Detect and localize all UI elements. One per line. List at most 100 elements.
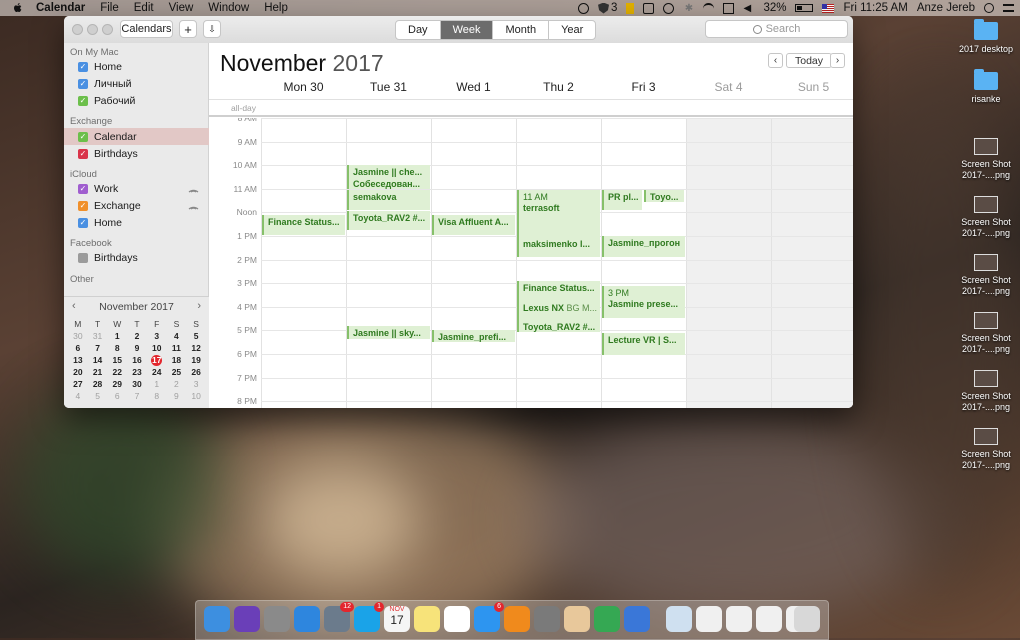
calendar-event[interactable]: Jasmine || sky...	[347, 325, 430, 339]
trash-icon[interactable]	[794, 606, 820, 632]
day-header[interactable]: Thu 2	[516, 80, 601, 94]
notes-icon[interactable]	[414, 606, 440, 632]
mini-calendar-next-icon[interactable]: ›	[197, 300, 201, 312]
next-week-button[interactable]: ›	[830, 53, 845, 68]
calendars-button[interactable]: Calendars	[120, 20, 173, 38]
mini-calendar-day[interactable]: 1	[147, 379, 167, 390]
menu-help[interactable]: Help	[264, 2, 288, 14]
mini-calendar-day[interactable]: 16	[127, 355, 147, 366]
day-header[interactable]: Mon 30	[261, 80, 346, 94]
tab-month[interactable]: Month	[493, 21, 550, 39]
mini-calendar-day[interactable]: 30	[127, 379, 147, 390]
calendar-event[interactable]: Lexus NX BG M...	[517, 300, 600, 320]
mini-calendar-day[interactable]: 11	[167, 343, 187, 354]
spotlight-search-icon[interactable]	[984, 3, 994, 13]
add-event-button[interactable]: +	[179, 20, 197, 38]
mini-calendar-day[interactable]: 28	[88, 379, 108, 390]
mini-calendar-day[interactable]: 22	[107, 367, 127, 378]
sidebar-item-home-icloud[interactable]: ✓ Home	[64, 214, 209, 231]
checkbox-icon[interactable]: ✓	[78, 95, 88, 106]
checkbox-icon[interactable]: ✓	[78, 217, 88, 228]
day-header[interactable]: Sun 5	[771, 80, 853, 94]
lock-icon[interactable]	[643, 2, 655, 14]
mini-calendar-day[interactable]: 18	[167, 355, 187, 366]
mini-calendar-day[interactable]: 4	[68, 391, 88, 402]
numbers-icon[interactable]	[594, 606, 620, 632]
download-button[interactable]: ⇩	[203, 20, 221, 38]
calendar-event[interactable]: Собеседован...	[347, 177, 430, 189]
downloads-stack-icon[interactable]	[666, 606, 692, 632]
previous-week-button[interactable]: ‹	[768, 53, 783, 68]
day-column[interactable]	[346, 118, 431, 408]
sidebar-item-rabochii[interactable]: ✓ Рабочий	[64, 92, 209, 109]
system-preferences-icon[interactable]	[534, 606, 560, 632]
menu-edit[interactable]: Edit	[134, 2, 154, 14]
sidebar-item-birthdays-facebook[interactable]: Birthdays	[64, 249, 209, 266]
time-grid[interactable]: 8 AM 9 AM 10 AM 11 AM Noon 1 PM 2 PM 3 PM 4 PM 5 …	[209, 118, 853, 408]
zoom-button[interactable]	[102, 24, 113, 35]
day-column[interactable]	[771, 118, 853, 408]
tab-day[interactable]: Day	[396, 21, 441, 39]
mini-calendar-day[interactable]: 29	[107, 379, 127, 390]
day-column[interactable]	[431, 118, 516, 408]
safari-icon[interactable]	[294, 606, 320, 632]
mini-calendar-day[interactable]: 19	[186, 355, 206, 366]
today-button[interactable]: Today	[786, 53, 832, 68]
mini-calendar-day[interactable]: 30	[68, 331, 88, 342]
us-flag-input-icon[interactable]	[822, 3, 835, 13]
desktop-file[interactable]: Screen Shot 2017-....png	[952, 138, 1020, 181]
document-stack-icon-3[interactable]	[756, 606, 782, 632]
airplay-icon[interactable]	[723, 2, 735, 14]
day-header[interactable]: Fri 3	[601, 80, 686, 94]
sidebar-item-birthdays-exchange[interactable]: ✓ Birthdays	[64, 145, 209, 162]
mini-calendar-day[interactable]: 5	[186, 331, 206, 342]
keynote-icon[interactable]	[624, 606, 650, 632]
mini-calendar-day[interactable]: 6	[68, 343, 88, 354]
day-column[interactable]	[601, 118, 686, 408]
status-check-icon[interactable]	[578, 2, 590, 14]
mini-calendar-day[interactable]: 10	[186, 391, 206, 402]
calendar-event[interactable]: Jasmine || che...	[347, 165, 430, 178]
mini-calendar-day[interactable]: 13	[68, 355, 88, 366]
checkbox-icon[interactable]: ✓	[78, 200, 88, 211]
checkbox-icon[interactable]	[78, 252, 88, 263]
tab-year[interactable]: Year	[549, 21, 595, 39]
desktop-file[interactable]: Screen Shot 2017-....png	[952, 196, 1020, 239]
calendar-event[interactable]: Visa Affluent A...	[432, 214, 515, 235]
reminders-icon[interactable]	[444, 606, 470, 632]
day-column[interactable]	[261, 118, 346, 408]
mini-calendar-day[interactable]: 4	[167, 331, 187, 342]
mini-calendar-day[interactable]: 31	[88, 331, 108, 342]
day-header[interactable]: Tue 31	[346, 80, 431, 94]
apple-menu-icon[interactable]	[12, 2, 24, 14]
mini-calendar-day[interactable]: 23	[127, 367, 147, 378]
calendar-event[interactable]: Lecture VR | S...	[602, 332, 685, 356]
calendar-event[interactable]: Jasmine_прогон	[602, 236, 685, 258]
calendar-event[interactable]: PR pl...	[602, 189, 642, 211]
launchpad-icon[interactable]	[264, 606, 290, 632]
menu-file[interactable]: File	[100, 2, 119, 14]
minimize-button[interactable]	[87, 24, 98, 35]
sidebar-item-calendar[interactable]: ✓ Calendar	[64, 128, 209, 145]
day-column[interactable]	[686, 118, 771, 408]
mini-calendar-day[interactable]: 21	[88, 367, 108, 378]
day-header[interactable]: Wed 1	[431, 80, 516, 94]
finder-icon[interactable]	[204, 606, 230, 632]
mini-calendar-day[interactable]: 1	[107, 331, 127, 342]
mini-calendar-day[interactable]: 2	[127, 331, 147, 342]
mini-calendar-day[interactable]: 10	[147, 343, 167, 354]
desktop-file[interactable]: Screen Shot 2017-....png	[952, 312, 1020, 355]
calendar-icon[interactable]: NOV 17	[384, 606, 410, 632]
checkbox-icon[interactable]: ✓	[78, 61, 88, 72]
notification-center-icon[interactable]	[1003, 4, 1014, 12]
checkbox-icon[interactable]: ✓	[78, 131, 88, 142]
mini-calendar-day[interactable]: 3	[186, 379, 206, 390]
desktop-file[interactable]: Screen Shot 2017-....png	[952, 428, 1020, 471]
sidebar-item-work[interactable]: ✓ Work	[64, 180, 209, 197]
desktop-file[interactable]: Screen Shot 2017-....png	[952, 254, 1020, 297]
mini-calendar-day[interactable]: 7	[88, 343, 108, 354]
menu-app-name[interactable]: Calendar	[36, 2, 85, 14]
mini-calendar-day[interactable]: 9	[167, 391, 187, 402]
calendar-event[interactable]: semakova	[347, 189, 430, 211]
mini-calendar-day[interactable]: 7	[127, 391, 147, 402]
